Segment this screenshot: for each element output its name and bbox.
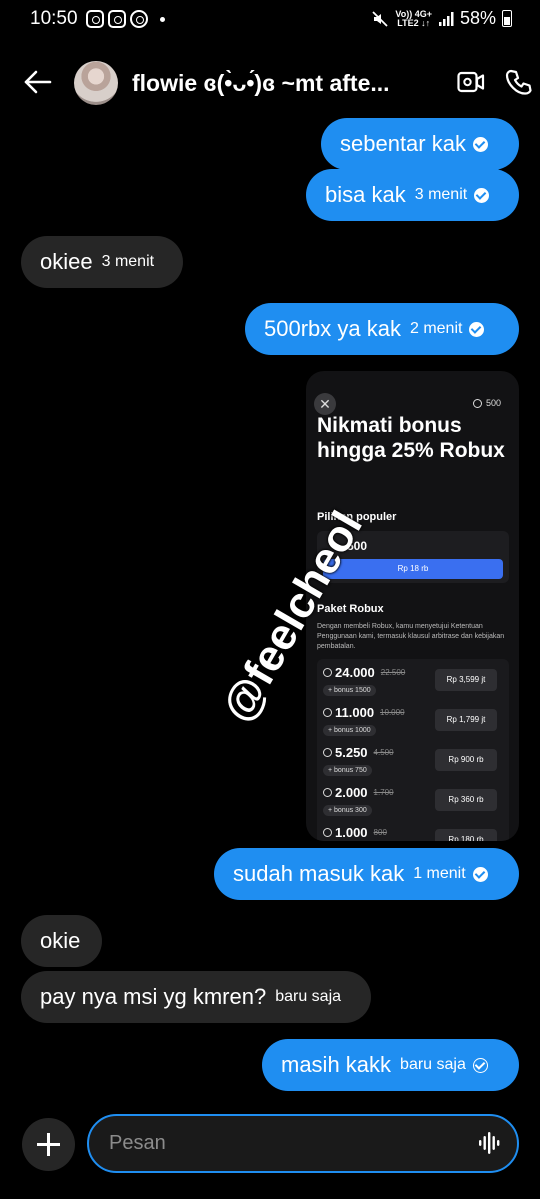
package-row: 1.000 800 Rp 180 rb	[323, 825, 507, 841]
status-bar: 10:50 Vo)) 4G+ LTE2 ↓↑ 58%	[0, 0, 540, 40]
robux-icon	[323, 668, 332, 677]
whatsapp-icon	[130, 10, 148, 28]
seen-check-icon	[474, 187, 490, 203]
back-arrow-icon[interactable]	[22, 66, 54, 98]
voice-message-icon[interactable]	[478, 1131, 500, 1155]
message-outgoing[interactable]: masih kakk baru saja	[262, 1039, 519, 1091]
add-attachment-button[interactable]	[22, 1118, 75, 1171]
chat-header: flowie ɞ(•̀ᴗ•́)ɞ ~mt afte...	[0, 52, 540, 112]
message-time: 3 menit	[101, 253, 155, 270]
package-row: 2.000 1.700 + bonus 300 Rp 360 rb	[323, 785, 507, 821]
package-row: 11.000 10.000 + bonus 1000 Rp 1,799 jt	[323, 705, 507, 741]
package-list: 24.000 22.500 + bonus 1500 Rp 3,599 jt 11…	[317, 659, 509, 841]
message-time: 3 menit	[414, 186, 468, 203]
message-time: 2 menit	[409, 320, 463, 337]
close-icon: ✕	[314, 393, 336, 415]
battery-icon	[502, 10, 512, 27]
robux-icon	[323, 828, 332, 837]
message-outgoing[interactable]: sudah masuk kak 1 menit	[214, 848, 519, 900]
battery-percent: 58%	[459, 8, 496, 28]
instagram-icon	[86, 10, 104, 28]
more-notifications-icon	[160, 16, 165, 22]
message-time: baru saja	[275, 988, 342, 1005]
message-outgoing[interactable]: bisa kak 3 menit	[306, 169, 519, 221]
status-time: 10:50	[30, 8, 78, 29]
message-incoming[interactable]: okiee 3 menit	[21, 236, 183, 288]
message-time: baru saja	[400, 1056, 466, 1073]
message-outgoing[interactable]: 500rbx ya kak 2 menit	[245, 303, 519, 355]
shared-image[interactable]: ✕ 500 Nikmati bonus hingga 25% Robux Pil…	[306, 371, 519, 841]
robux-balance: 500	[472, 398, 501, 408]
instagram-icon	[108, 10, 126, 28]
message-incoming[interactable]: okie	[21, 915, 102, 967]
contact-name[interactable]: flowie ɞ(•̀ᴗ•́)ɞ ~mt afte...	[132, 70, 432, 97]
package-row: 5.250 4.500 + bonus 750 Rp 900 rb	[323, 745, 507, 781]
robux-icon	[472, 398, 482, 408]
message-incoming[interactable]: pay nya msi yg kmren? baru saja	[21, 971, 371, 1023]
robux-icon	[323, 748, 332, 757]
message-outgoing[interactable]: sebentar kak	[321, 118, 519, 170]
mute-icon	[372, 10, 389, 27]
package-row: 24.000 22.500 + bonus 1500 Rp 3,599 jt	[323, 665, 507, 701]
signal-icon	[438, 11, 454, 26]
phone-call-icon[interactable]	[505, 68, 533, 96]
sent-check-icon	[472, 1057, 488, 1073]
message-input[interactable]	[87, 1114, 519, 1173]
seen-check-icon	[472, 866, 488, 882]
robux-icon	[323, 788, 332, 797]
message-time: 1 menit	[413, 865, 466, 882]
promo-headline: Nikmati bonus hingga 25% Robux	[317, 414, 505, 462]
terms-note: Dengan membeli Robux, kamu menyetujui Ke…	[317, 623, 505, 650]
video-call-icon[interactable]	[457, 70, 485, 94]
avatar[interactable]	[74, 61, 118, 105]
network-indicator: Vo)) 4G+ LTE2 ↓↑	[395, 8, 432, 28]
notification-icons	[86, 10, 165, 28]
system-status: Vo)) 4G+ LTE2 ↓↑ 58%	[371, 8, 512, 29]
seen-check-icon	[472, 136, 488, 152]
robux-icon	[323, 708, 332, 717]
seen-check-icon	[469, 321, 485, 337]
